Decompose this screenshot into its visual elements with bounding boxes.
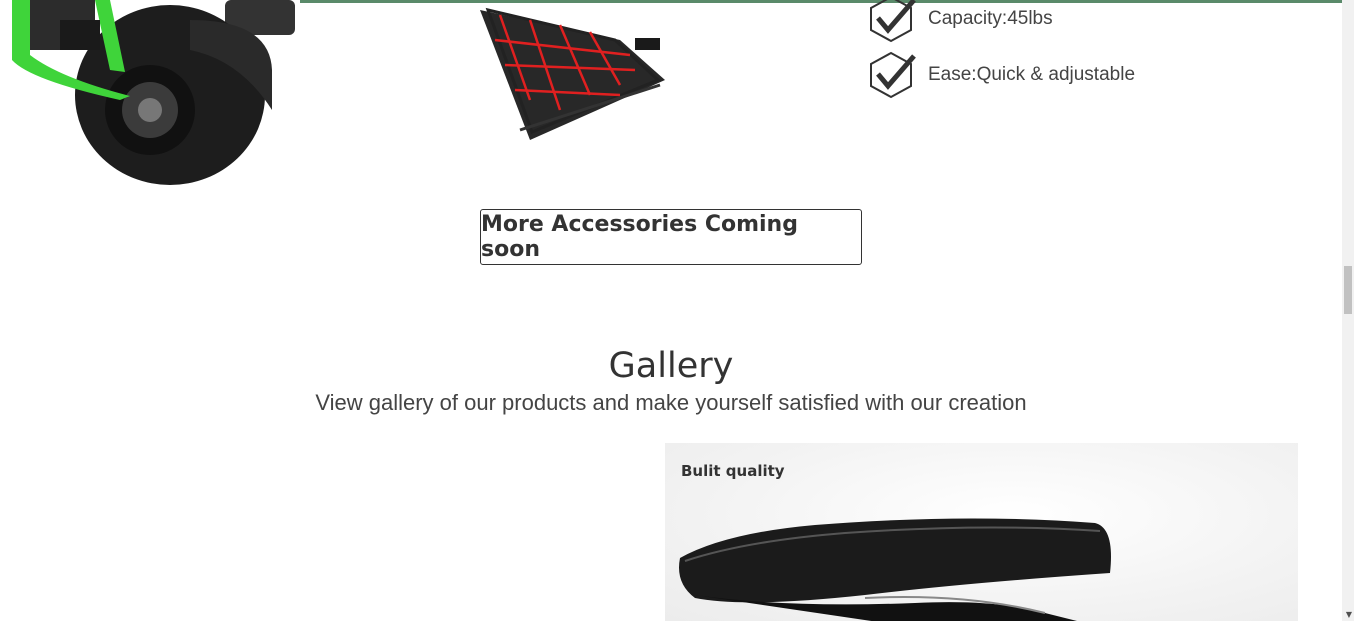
gallery-card-label: Bulit quality: [681, 462, 785, 480]
feature-item: Capacity:45lbs: [866, 0, 1053, 44]
scroll-down-icon[interactable]: ▼: [1346, 610, 1352, 619]
vertical-scrollbar[interactable]: ▼: [1342, 0, 1354, 621]
gallery-title: Gallery: [608, 346, 734, 386]
feature-item: Ease:Quick & adjustable: [866, 50, 1135, 100]
gallery-subtitle: View gallery of our products and make yo…: [315, 390, 1027, 415]
seat-product-image: [679, 518, 1111, 621]
feature-text: Ease:Quick & adjustable: [928, 64, 1136, 85]
more-accessories-button[interactable]: More Accessories Coming soon: [480, 209, 862, 265]
check-hexagon-icon: [870, 51, 916, 99]
scooter-product-image: [0, 0, 300, 200]
feature-text: Capacity:45lbs: [928, 8, 1053, 29]
gallery-card[interactable]: Bulit quality: [665, 443, 1298, 621]
basket-accessory-image: [480, 7, 665, 140]
scrollbar-thumb[interactable]: [1344, 266, 1352, 314]
check-hexagon-icon: [870, 0, 916, 43]
